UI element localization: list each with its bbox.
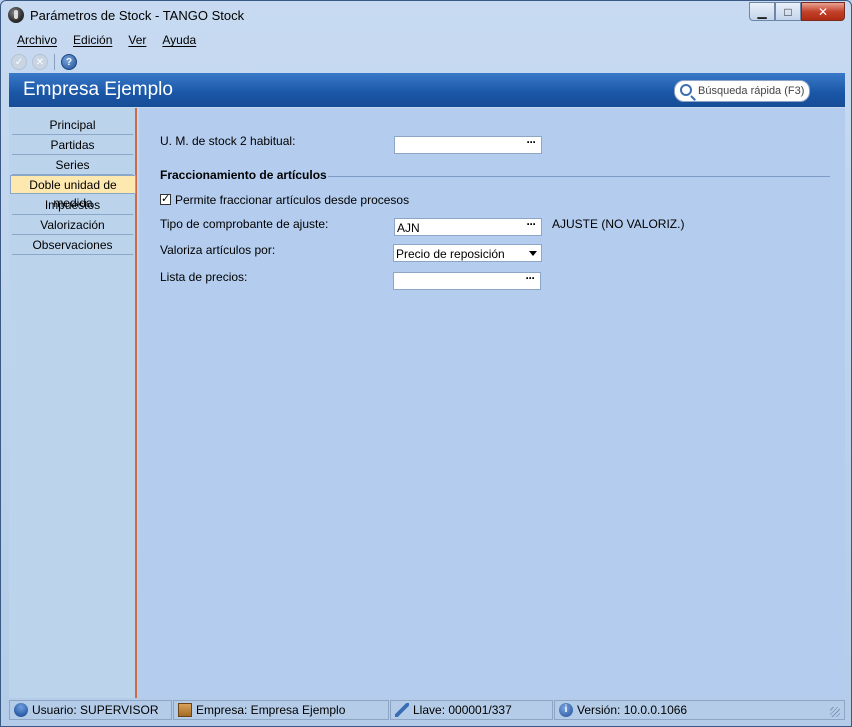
menu-ayuda[interactable]: Ayuda	[154, 31, 204, 51]
menu-edicion[interactable]: Edición	[65, 31, 120, 51]
section-divider	[328, 176, 830, 177]
resize-grip[interactable]	[830, 707, 840, 717]
toolbar: ✓ ✕ ?	[11, 53, 77, 71]
key-icon	[395, 703, 409, 717]
permite-fraccionar-checkbox[interactable]	[160, 192, 171, 205]
lista-precios-field[interactable]: ···	[393, 272, 541, 290]
tipo-comprobante-description: AJUSTE (NO VALORIZ.)	[552, 217, 685, 231]
chevron-down-icon[interactable]	[529, 251, 537, 256]
lista-precios-lookup-button[interactable]: ···	[521, 272, 539, 288]
status-version-text: Versión: 10.0.0.1066	[577, 703, 688, 717]
search-input[interactable]	[698, 84, 806, 98]
cancel-icon[interactable]: ✕	[32, 54, 48, 70]
tipo-comprobante-label: Tipo de comprobante de ajuste:	[160, 217, 329, 231]
search-icon	[680, 84, 692, 96]
status-llave-text: Llave: 000001/337	[413, 703, 512, 717]
status-version: i Versión: 10.0.0.1066	[554, 700, 845, 720]
quick-search[interactable]	[674, 80, 810, 102]
window-title: Parámetros de Stock - TANGO Stock	[30, 8, 245, 23]
status-usuario-text: Usuario: SUPERVISOR	[32, 703, 159, 717]
window-controls: ▁ □ ✕	[749, 2, 845, 22]
valoriza-select[interactable]: Precio de reposición	[393, 244, 542, 262]
minimize-button[interactable]: ▁	[749, 2, 775, 21]
close-button[interactable]: ✕	[801, 2, 845, 21]
um-stock2-label: U. M. de stock 2 habitual:	[160, 134, 296, 148]
nav-item-observaciones[interactable]: Observaciones	[12, 236, 133, 255]
left-nav: Principal Partidas Series Doble unidad d…	[9, 108, 137, 698]
maximize-button[interactable]: □	[775, 2, 801, 21]
menu-bar: Archivo Edición Ver Ayuda	[9, 31, 204, 51]
app-window: Parámetros de Stock - TANGO Stock ▁ □ ✕ …	[0, 0, 852, 727]
nav-item-impuestos[interactable]: Impuestos	[12, 196, 133, 215]
permite-fraccionar-label[interactable]: Permite fraccionar artículos desde proce…	[175, 193, 409, 207]
tango-app-icon	[8, 7, 24, 23]
um-stock2-field[interactable]: ···	[394, 136, 542, 154]
tipo-comprobante-value: AJN	[397, 221, 420, 235]
nav-item-series[interactable]: Series	[12, 156, 133, 175]
toolbar-separator	[54, 54, 55, 70]
status-usuario: Usuario: SUPERVISOR	[9, 700, 172, 720]
um-stock2-lookup-button[interactable]: ···	[522, 136, 540, 152]
valoriza-label: Valoriza artículos por:	[160, 243, 276, 257]
nav-item-partidas[interactable]: Partidas	[12, 136, 133, 155]
status-empresa-text: Empresa: Empresa Ejemplo	[196, 703, 346, 717]
section-fraccionamiento: Fraccionamiento de artículos	[160, 168, 327, 182]
company-header: Empresa Ejemplo	[9, 73, 845, 107]
lista-precios-label: Lista de precios:	[160, 270, 248, 284]
info-icon: i	[559, 703, 573, 717]
accept-icon[interactable]: ✓	[11, 54, 27, 70]
user-icon	[14, 703, 28, 717]
company-title: Empresa Ejemplo	[23, 79, 173, 100]
menu-ver[interactable]: Ver	[120, 31, 154, 51]
status-bar: Usuario: SUPERVISOR Empresa: Empresa Eje…	[9, 700, 845, 720]
help-icon[interactable]: ?	[61, 54, 77, 70]
title-bar[interactable]: Parámetros de Stock - TANGO Stock ▁ □ ✕	[1, 1, 851, 29]
tipo-comprobante-lookup-button[interactable]: ···	[522, 218, 540, 234]
valoriza-value: Precio de reposición	[396, 247, 505, 261]
tipo-comprobante-field[interactable]: AJN ···	[394, 218, 542, 236]
form-panel: U. M. de stock 2 habitual: ··· Fracciona…	[139, 108, 845, 698]
nav-item-valorizacion[interactable]: Valorización	[12, 216, 133, 235]
status-empresa: Empresa: Empresa Ejemplo	[173, 700, 389, 720]
building-icon	[178, 703, 192, 717]
nav-item-doble-unidad[interactable]: Doble unidad de medida	[10, 175, 136, 210]
status-llave: Llave: 000001/337	[390, 700, 553, 720]
nav-item-principal[interactable]: Principal	[12, 116, 133, 135]
menu-archivo[interactable]: Archivo	[9, 31, 65, 51]
